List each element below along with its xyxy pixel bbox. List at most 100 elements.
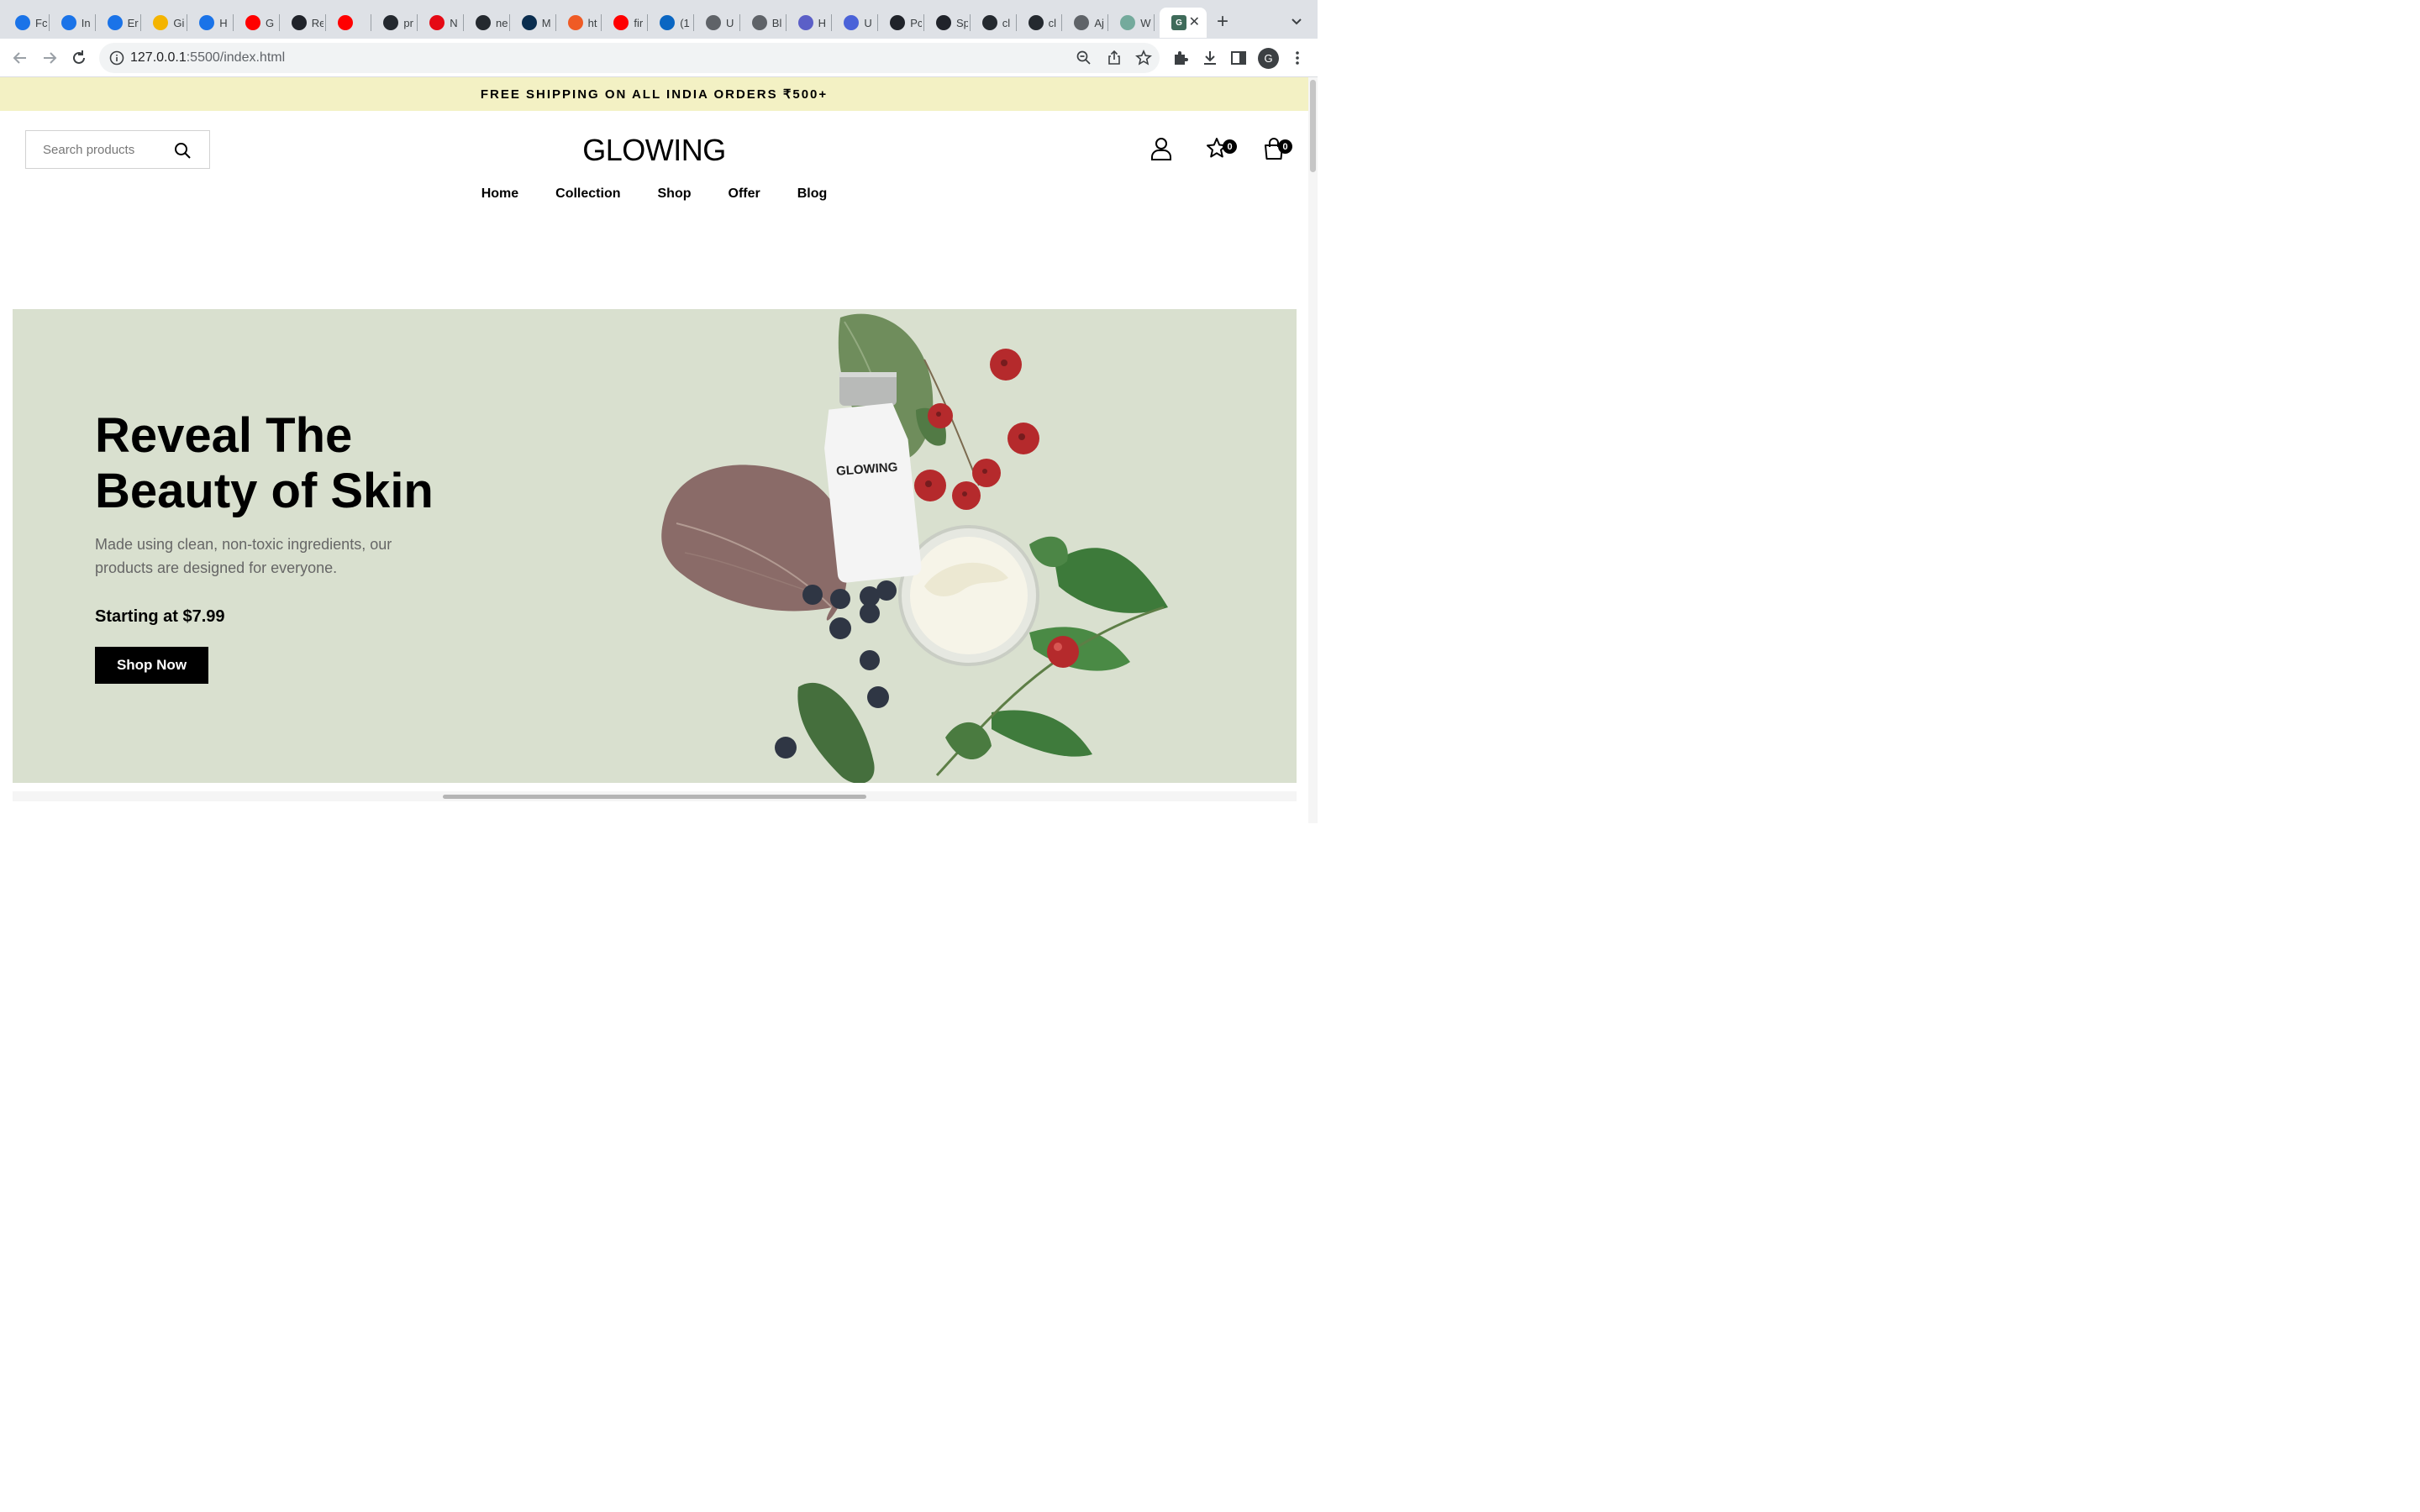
tab-title: pr	[403, 16, 413, 29]
vertical-scrollbar-track[interactable]	[1308, 77, 1318, 823]
address-bar[interactable]: 127.0.0.1:5500/index.html	[99, 43, 1160, 73]
browser-tab[interactable]	[326, 8, 371, 38]
github-icon	[1028, 15, 1044, 30]
tab-title: Pc	[910, 16, 923, 29]
site-info-icon[interactable]	[109, 50, 124, 66]
site-logo[interactable]: GLOWING	[0, 133, 1308, 168]
forward-icon[interactable]	[40, 49, 59, 67]
browser-tab[interactable]: In	[50, 8, 95, 38]
app-icon	[844, 15, 860, 30]
browser-tab[interactable]: Fc	[3, 8, 49, 38]
postman-icon	[567, 15, 583, 30]
browser-tab[interactable]: W	[1108, 8, 1154, 38]
download-icon[interactable]	[1201, 49, 1219, 67]
browser-tab[interactable]: U	[694, 8, 739, 38]
shop-now-button[interactable]: Shop Now	[95, 647, 208, 684]
browser-tab[interactable]: H	[187, 8, 233, 38]
tab-search-chevron-icon[interactable]	[1289, 13, 1304, 29]
back-icon[interactable]	[11, 49, 29, 67]
browser-tab[interactable]: pr	[371, 8, 417, 38]
youtube-icon	[337, 15, 353, 30]
nav-collection[interactable]: Collection	[555, 186, 620, 202]
browser-tab[interactable]: cl	[1017, 8, 1062, 38]
netflix-icon	[429, 15, 445, 30]
tab-title: cl	[1002, 16, 1011, 29]
browser-tab[interactable]: Aj	[1062, 8, 1107, 38]
profile-avatar[interactable]: G	[1258, 48, 1279, 69]
chrome-icon	[15, 15, 30, 30]
tab-separator	[1154, 14, 1155, 31]
browser-menu-icon[interactable]	[1288, 49, 1307, 67]
linkedin-icon	[660, 15, 676, 30]
globe-icon	[751, 15, 767, 30]
hero-title: Reveal The Beauty of Skin	[95, 408, 434, 518]
browser-tab[interactable]: Gi	[141, 8, 187, 38]
browser-tab[interactable]: Er	[96, 8, 141, 38]
browser-tab[interactable]: G	[234, 8, 279, 38]
tab-title: Gi	[173, 16, 185, 29]
tab-title: In	[81, 16, 91, 29]
tab-title: M	[541, 16, 551, 29]
new-tab-icon[interactable]: +	[1217, 12, 1228, 32]
cart-count-badge: 0	[1278, 139, 1292, 154]
browser-tab[interactable]: (1	[648, 8, 693, 38]
tab-active[interactable]: G ✕	[1160, 8, 1207, 38]
browser-tab[interactable]: Bl	[740, 8, 786, 38]
app-icon	[797, 15, 813, 30]
browser-tab[interactable]: ht	[556, 8, 602, 38]
nav-blog[interactable]: Blog	[797, 186, 828, 202]
nav-shop[interactable]: Shop	[658, 186, 692, 202]
browser-tab[interactable]: H	[786, 8, 832, 38]
tab-title: W	[1140, 16, 1151, 29]
tab-title: Fc	[35, 16, 47, 29]
extensions-icon[interactable]	[1171, 49, 1190, 67]
browser-tab[interactable]: cl	[971, 8, 1016, 38]
zoom-icon[interactable]	[1076, 50, 1092, 66]
hero-description: Made using clean, non-toxic ingredients,…	[95, 536, 392, 576]
tab-title: Bl	[771, 16, 782, 29]
hero-price: Starting at $7.99	[95, 607, 225, 626]
browser-tab[interactable]: M	[510, 8, 555, 38]
close-tab-icon[interactable]: ✕	[1189, 15, 1200, 30]
nav-home[interactable]: Home	[481, 186, 518, 202]
globe-icon	[1074, 15, 1090, 30]
browser-tab[interactable]: Pc	[878, 8, 923, 38]
browser-tab[interactable]: fir	[602, 8, 647, 38]
github-icon	[981, 15, 997, 30]
browser-tab[interactable]: Sp	[924, 8, 970, 38]
tab-title: N	[450, 16, 458, 29]
user-account-icon[interactable]	[1150, 136, 1173, 161]
react-icon	[291, 15, 307, 30]
chrome-icon	[199, 15, 215, 30]
browser-tab[interactable]: Re	[280, 8, 325, 38]
browser-toolbar: 127.0.0.1:5500/index.html G	[0, 39, 1318, 77]
url-text[interactable]: 127.0.0.1:5500/index.html	[130, 50, 285, 66]
hero-banner: GLOWING Reveal The Beauty of Skin Made u…	[13, 309, 1297, 783]
glowing-favicon: G	[1171, 15, 1186, 30]
bookmark-star-icon[interactable]	[1135, 50, 1152, 66]
announcement-bar: FREE SHIPPING ON ALL INDIA ORDERS ₹500+	[0, 77, 1308, 111]
horizontal-scrollbar-thumb[interactable]	[443, 795, 866, 799]
tab-title: U	[864, 16, 872, 29]
reload-icon[interactable]	[70, 49, 88, 67]
browser-tab[interactable]: N	[418, 8, 463, 38]
react-icon	[936, 15, 951, 30]
tab-title: U	[726, 16, 734, 29]
nav-offer[interactable]: Offer	[729, 186, 760, 202]
browser-tab[interactable]: ne	[464, 8, 509, 38]
side-panel-icon[interactable]	[1229, 49, 1248, 67]
react-icon	[890, 15, 906, 30]
vertical-scrollbar-thumb[interactable]	[1310, 80, 1316, 172]
share-icon[interactable]	[1106, 50, 1123, 66]
tab-title: ne	[496, 16, 508, 29]
slides-icon	[153, 15, 169, 30]
tab-title: H	[818, 16, 826, 29]
browser-tab-strip: Fc In Er Gi H G Re pr Nne Mht fir (1 U Bl H U Pc Sp cl cl Aj…	[0, 0, 1318, 39]
youtube-icon	[613, 15, 629, 30]
tab-title: fir	[634, 16, 644, 29]
browser-tab[interactable]: U	[832, 8, 877, 38]
tab-title: (1	[680, 16, 690, 29]
chrome-icon	[107, 15, 123, 30]
tab-title: Re	[311, 16, 324, 29]
tab-title: Er	[127, 16, 139, 29]
